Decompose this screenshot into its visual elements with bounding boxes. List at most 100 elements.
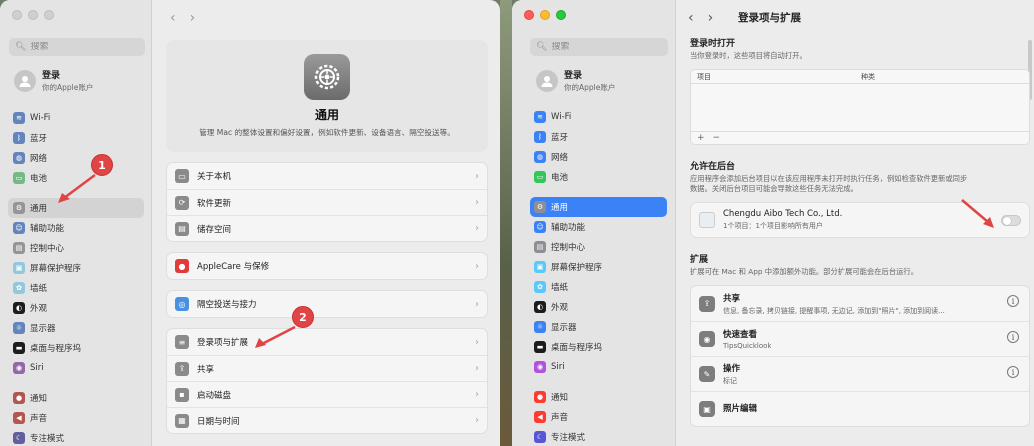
sidebar-item[interactable]: ▭ 电池 xyxy=(8,168,144,188)
forward-button[interactable]: › xyxy=(708,10,714,26)
sidebar-item[interactable]: ᛒ 蓝牙 xyxy=(8,128,144,148)
forward-button[interactable]: › xyxy=(190,10,196,26)
info-icon[interactable]: i xyxy=(1007,331,1019,343)
sidebar-item-label: Siri xyxy=(551,362,565,372)
sidebar-item[interactable]: ▬ 桌面与程序坞 xyxy=(8,338,144,358)
sidebar-item[interactable]: ◀ 声音 xyxy=(8,408,144,428)
sidebar-item[interactable]: ◍ 网络 xyxy=(530,147,667,167)
sidebar: 🔍︎ 登录 你的Apple账户 ≋ Wi-Fi ᛒ 蓝牙 ◍ 网络 ▭ 电池 ⚙ 通用 ☺ 辅助功能 ▤… xyxy=(0,0,152,446)
settings-row-label: 储存空间 xyxy=(197,224,232,235)
sidebar-item[interactable]: ▤ 控制中心 xyxy=(8,238,144,258)
speaker-icon: ◀ xyxy=(534,411,546,423)
settings-row[interactable]: ▭ 关于本机 › xyxy=(167,163,487,189)
info-icon[interactable]: i xyxy=(1007,366,1019,378)
sidebar-item[interactable]: ▣ 屏幕保护程序 xyxy=(8,258,144,278)
extension-row[interactable]: ✎ 操作 标记 i xyxy=(691,356,1029,391)
apple-account[interactable]: 登录 你的Apple账户 xyxy=(536,68,615,93)
chevron-right-icon: › xyxy=(475,336,479,348)
settings-row[interactable]: ⟳ 软件更新 › xyxy=(167,189,487,215)
sidebar-item[interactable]: ▣ 屏幕保护程序 xyxy=(530,257,667,277)
apple-account[interactable]: 登录 你的Apple账户 xyxy=(14,68,93,93)
sidebar-item[interactable]: ◀ 声音 xyxy=(530,407,667,427)
zoom-button[interactable] xyxy=(44,10,54,20)
storage-icon: ▤ xyxy=(175,221,189,236)
settings-row[interactable]: ▤ 储存空间 › xyxy=(167,215,487,241)
close-button[interactable] xyxy=(12,10,22,20)
settings-groups: ▭ 关于本机 › ⟳ 软件更新 › ▤ 储存空间 › ● AppleCare 与保修 › ◎ 隔空投送与接… xyxy=(166,162,488,434)
back-button[interactable]: ‹ xyxy=(688,10,694,26)
sidebar-item[interactable]: ᛒ 蓝牙 xyxy=(530,127,667,147)
remove-item-button[interactable]: − xyxy=(713,133,721,143)
add-item-button[interactable]: + xyxy=(697,133,705,143)
sidebar-item[interactable]: ◉ Siri xyxy=(8,358,144,378)
extension-row[interactable]: ◉ 快速查看 TipsQuicklook i xyxy=(691,321,1029,356)
chevron-right-icon: › xyxy=(475,363,479,374)
sidebar-item[interactable]: ≋ Wi-Fi xyxy=(530,107,667,127)
sidebar-item-label: 桌面与程序坞 xyxy=(30,344,82,354)
sidebar-item[interactable]: ☾ 专注模式 xyxy=(530,427,667,446)
annotation-badge-1: 1 xyxy=(91,154,113,176)
settings-row-label: 软件更新 xyxy=(197,198,232,209)
sidebar-item[interactable]: ◐ 外观 xyxy=(530,297,667,317)
disk-icon: ▪ xyxy=(175,387,189,402)
settings-row[interactable]: ● AppleCare 与保修 › xyxy=(167,253,487,279)
sidebar-item[interactable]: ◉ Siri xyxy=(530,357,667,377)
sidebar-item[interactable]: ⚙ 通用 xyxy=(8,198,144,218)
sidebar-item-label: 通知 xyxy=(551,393,569,403)
sidebar-item[interactable]: ● 通知 xyxy=(530,387,667,407)
sidebar-item-label: 桌面与程序坞 xyxy=(551,343,603,353)
settings-row[interactable]: ⇪ 共享 › xyxy=(167,355,487,381)
search-input[interactable] xyxy=(30,42,131,52)
column-item[interactable]: 项目 xyxy=(691,72,861,82)
sidebar-item[interactable]: ◍ 网络 xyxy=(8,148,144,168)
settings-row[interactable]: ▦ 日期与时间 › xyxy=(167,407,487,433)
sidebar-item[interactable]: ▭ 电池 xyxy=(530,167,667,187)
search-input[interactable] xyxy=(551,42,652,52)
extension-name: 共享 xyxy=(723,293,741,304)
battery-icon: ▭ xyxy=(534,171,546,183)
sidebar-item[interactable]: ▬ 桌面与程序坞 xyxy=(530,337,667,357)
minimize-button[interactable] xyxy=(28,10,38,20)
chevron-right-icon: › xyxy=(475,260,479,272)
gear-icon: ⚙ xyxy=(534,201,546,213)
zoom-button[interactable] xyxy=(556,10,566,20)
sidebar-item[interactable]: ● 通知 xyxy=(8,388,144,408)
sidebar-list: ≋ Wi-Fi ᛒ 蓝牙 ◍ 网络 ▭ 电池 ⚙ 通用 ☺ 辅助功能 ▤ 控制中心 ▣ 屏幕保护程序 ✿ 墙纸 ◐ 外… xyxy=(512,107,675,446)
sidebar-item[interactable]: ✿ 墙纸 xyxy=(8,278,144,298)
sidebar-item[interactable]: ☺ 辅助功能 xyxy=(530,217,667,237)
chevron-right-icon: › xyxy=(475,170,479,182)
sidebar-item-label: 专注模式 xyxy=(551,433,586,443)
extension-row[interactable]: ▣ 照片编辑 xyxy=(691,391,1029,426)
dock-icon: ▬ xyxy=(534,341,546,353)
settings-row-label: 登录项与扩展 xyxy=(197,338,249,348)
search-icon: 🔍︎ xyxy=(536,42,548,52)
sidebar-item[interactable]: ☼ 显示器 xyxy=(8,318,144,338)
accessibility-icon: ☺ xyxy=(534,221,546,233)
sidebar-item[interactable]: ▤ 控制中心 xyxy=(530,237,667,257)
sidebar-item[interactable]: ☺ 辅助功能 xyxy=(8,218,144,238)
close-button[interactable] xyxy=(524,10,534,20)
search-field[interactable]: 🔍︎ xyxy=(530,38,668,56)
background-toggle[interactable] xyxy=(1001,214,1021,226)
column-kind[interactable]: 种类 xyxy=(861,72,875,82)
sidebar-item-label: Wi-Fi xyxy=(30,113,51,123)
moon-icon: ☾ xyxy=(13,432,25,444)
sidebar-item[interactable]: ◐ 外观 xyxy=(8,298,144,318)
sidebar-item-label: 外观 xyxy=(30,304,48,314)
minimize-button[interactable] xyxy=(540,10,550,20)
screensaver-icon: ▣ xyxy=(534,261,546,273)
settings-row[interactable]: ≡ 登录项与扩展 › xyxy=(167,329,487,355)
search-field[interactable]: 🔍︎ xyxy=(9,38,145,56)
sidebar-item[interactable]: ≋ Wi-Fi xyxy=(8,108,144,128)
sidebar-item[interactable]: ✿ 墙纸 xyxy=(530,277,667,297)
sidebar-item[interactable]: ☾ 专注模式 xyxy=(8,428,144,446)
extension-row[interactable]: ⇪ 共享 信息, 备忘录, 拷贝链接, 提醒事项, 无边记, 添加到"照片", 添加… xyxy=(691,286,1029,321)
chevron-right-icon: › xyxy=(475,223,479,234)
info-icon[interactable]: i xyxy=(1007,295,1019,307)
sidebar-item[interactable]: ☼ 显示器 xyxy=(530,317,667,337)
sidebar-item[interactable]: ⚙ 通用 xyxy=(530,197,667,217)
back-button[interactable]: ‹ xyxy=(170,10,176,26)
settings-row[interactable]: ▪ 启动磁盘 › xyxy=(167,381,487,407)
display-icon: ☼ xyxy=(534,321,546,333)
settings-row[interactable]: ◎ 隔空投送与接力 › xyxy=(167,291,487,317)
